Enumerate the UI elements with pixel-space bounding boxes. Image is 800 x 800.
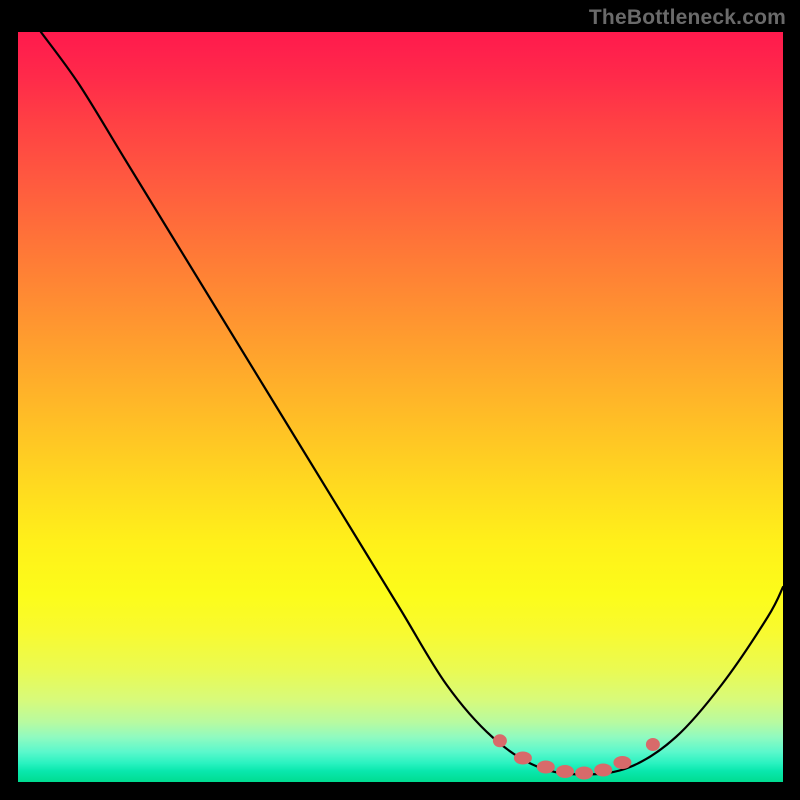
optimal-range-markers — [493, 734, 660, 779]
highlight-dot — [594, 764, 612, 777]
highlight-dot — [514, 752, 532, 765]
curve-svg — [18, 32, 783, 782]
attribution-label: TheBottleneck.com — [589, 6, 786, 30]
chart-container: TheBottleneck.com — [0, 0, 800, 800]
highlight-dot — [493, 734, 507, 747]
highlight-dot — [646, 738, 660, 751]
highlight-dot — [537, 761, 555, 774]
highlight-dot — [556, 765, 574, 778]
highlight-dot — [613, 756, 631, 769]
bottleneck-curve — [41, 32, 783, 775]
plot-area — [18, 32, 783, 782]
highlight-dot — [575, 767, 593, 780]
